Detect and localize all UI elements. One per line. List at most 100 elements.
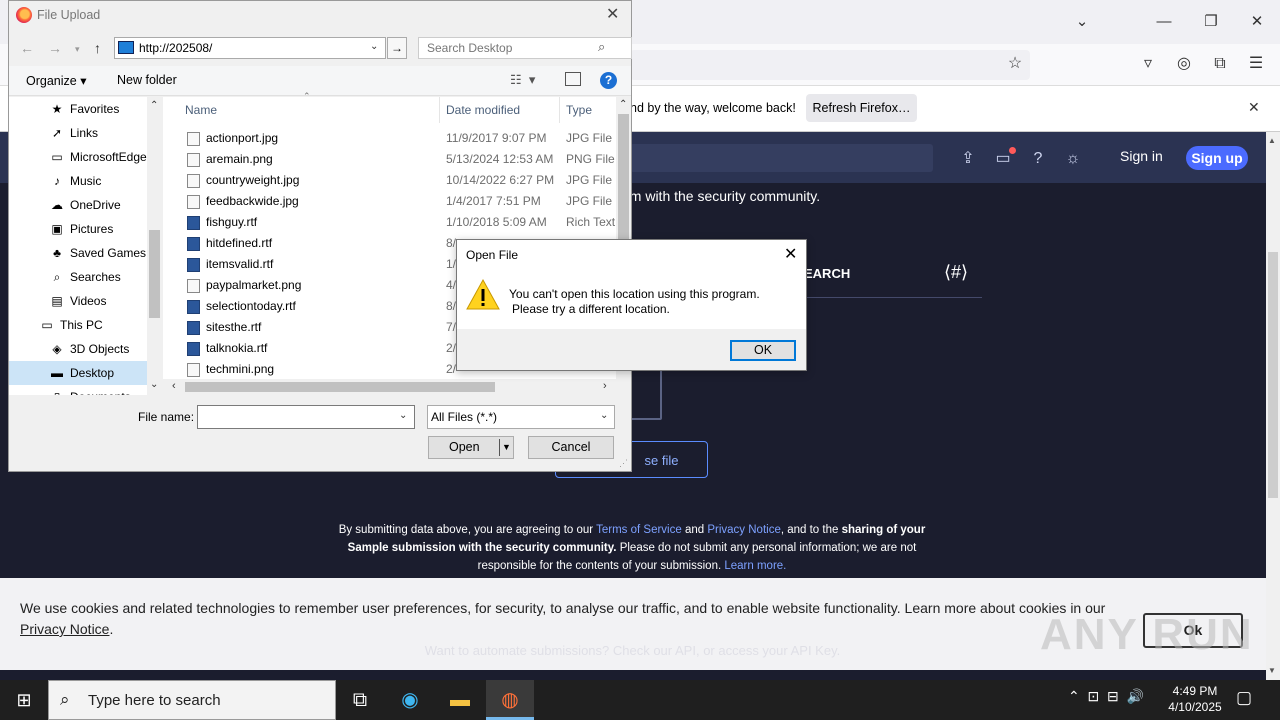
file-type-chevron-icon[interactable]: ⌄ — [600, 410, 608, 421]
menu-icon[interactable]: ☰ — [1244, 52, 1268, 76]
file-explorer-icon[interactable]: ▬ — [436, 680, 484, 720]
help-icon[interactable]: ? — [600, 72, 617, 89]
back-arrow-icon[interactable]: ← — [20, 40, 34, 56]
system-tray-icons[interactable]: ⌃ ⊡ ⊟ 🔊 — [1068, 688, 1144, 705]
taskbar-clock[interactable]: 4:49 PM 4/10/2025 — [1160, 683, 1230, 715]
edge-icon[interactable]: ◉ — [386, 680, 434, 720]
help-icon[interactable]: ? — [1027, 148, 1049, 170]
file-row[interactable]: actionport.jpg 11/9/2017 9:07 PM JPG File — [163, 128, 616, 149]
action-center-icon[interactable]: ▢ — [1236, 688, 1252, 708]
dialog-close-icon[interactable]: ✕ — [606, 4, 619, 24]
folder-icon: ⌕ — [53, 270, 61, 284]
url-bar[interactable] — [630, 50, 1030, 80]
hash-tab-icon[interactable]: ⟨#⟩ — [944, 262, 968, 283]
scroll-down-icon[interactable]: ▼ — [1268, 666, 1276, 675]
cookie-privacy-link[interactable]: Privacy Notice — [20, 621, 109, 637]
tree-item[interactable]: ▯ Documents — [9, 385, 147, 395]
file-row[interactable]: feedbackwide.jpg 1/4/2017 7:51 PM JPG File — [163, 191, 616, 212]
upload-icon[interactable]: ⇪ — [957, 148, 979, 170]
scroll-up-icon[interactable]: ▲ — [1268, 136, 1276, 145]
tree-item-label: Favorites — [70, 102, 120, 116]
windows-start-icon[interactable]: ⊞ — [0, 680, 48, 720]
image-file-icon — [187, 153, 200, 167]
list-scroll-up-icon[interactable]: ⌃ — [619, 99, 627, 110]
image-file-icon — [187, 363, 200, 377]
tree-item[interactable]: ➚ Links — [9, 121, 147, 145]
file-name: feedbackwide.jpg — [206, 194, 299, 208]
tree-item[interactable]: ♪ Music — [9, 169, 147, 193]
tree-scroll-thumb[interactable] — [149, 230, 160, 318]
theme-icon[interactable]: ☼ — [1062, 148, 1084, 170]
image-file-icon — [187, 132, 200, 146]
notification-close-icon[interactable]: ✕ — [1248, 99, 1260, 116]
learn-more-link[interactable]: Learn more. — [724, 560, 786, 572]
up-arrow-icon[interactable]: ↑ — [94, 40, 101, 56]
list-horizontal-thumb[interactable] — [185, 382, 495, 392]
resize-grip-icon[interactable]: ⋰ — [619, 458, 628, 469]
tree-item[interactable]: ▬ Desktop — [9, 361, 147, 385]
image-file-icon — [187, 279, 200, 293]
column-name[interactable]: Name — [185, 103, 217, 117]
list-scroll-left-icon[interactable]: ‹ — [172, 380, 176, 392]
signin-link[interactable]: Sign in — [1120, 148, 1163, 164]
new-folder-button[interactable]: New folder — [117, 73, 177, 87]
file-row[interactable]: fishguy.rtf 1/10/2018 5:09 AM Rich Text — [163, 212, 616, 233]
open-dropdown-icon[interactable]: ▼ — [502, 437, 511, 458]
rtf-file-icon — [187, 300, 200, 314]
tree-item[interactable]: ⌕ Searches — [9, 265, 147, 289]
site-search-input[interactable] — [630, 144, 933, 172]
list-scroll-right-icon[interactable]: › — [603, 380, 607, 392]
list-vertical-thumb[interactable] — [618, 114, 629, 244]
extensions-icon[interactable]: ⧉ — [1208, 52, 1232, 76]
tree-scroll-down-icon[interactable]: ⌄ — [150, 379, 158, 390]
go-arrow-icon[interactable]: → — [387, 37, 407, 59]
organize-button[interactable]: Organize ▾ — [26, 73, 86, 88]
privacy-notice-link[interactable]: Privacy Notice — [707, 524, 781, 536]
folder-icon: ▬ — [51, 366, 63, 380]
address-chevron-icon[interactable]: ⌄ — [370, 41, 378, 52]
cancel-button[interactable]: Cancel — [528, 436, 614, 459]
bookmark-star-icon[interactable]: ☆ — [1003, 52, 1027, 76]
image-file-icon — [187, 195, 200, 209]
tab-list-chevron-icon[interactable]: ⌄ — [1068, 8, 1096, 36]
search-icon[interactable]: ⌕ — [598, 39, 605, 55]
tree-item[interactable]: ★ Favorites — [9, 97, 147, 121]
minimize-button[interactable]: — — [1150, 8, 1178, 36]
tree-item[interactable]: ▭ This PC — [9, 313, 147, 337]
file-type: JPG File — [566, 194, 613, 208]
column-type[interactable]: Type — [566, 103, 592, 117]
file-row[interactable]: aremain.png 5/13/2024 12:53 AM PNG File — [163, 149, 616, 170]
file-name-input[interactable] — [197, 405, 415, 429]
file-row[interactable]: countryweight.jpg 10/14/2022 6:27 PM JPG F… — [163, 170, 616, 191]
pocket-icon[interactable]: ▿ — [1136, 52, 1160, 76]
file-name-chevron-icon[interactable]: ⌄ — [399, 410, 407, 421]
tree-scroll-up-icon[interactable]: ⌃ — [150, 100, 158, 111]
page-scroll-thumb[interactable] — [1268, 252, 1278, 498]
column-date[interactable]: Date modified — [446, 103, 520, 117]
file-name: actionport.jpg — [206, 131, 279, 145]
tree-item[interactable]: ♣ Saved Games — [9, 241, 147, 265]
recent-chevron-icon[interactable]: ▾ — [75, 44, 80, 55]
close-window-button[interactable]: ✕ — [1243, 8, 1271, 36]
open-button[interactable]: Open ▼ — [428, 436, 514, 459]
tree-item[interactable]: ◈ 3D Objects — [9, 337, 147, 361]
file-name: selectiontoday.rtf — [206, 299, 296, 313]
tree-item[interactable]: ▭ MicrosoftEdge — [9, 145, 147, 169]
restore-button[interactable]: ❐ — [1197, 8, 1225, 36]
task-view-icon[interactable]: ⧉ — [336, 680, 384, 720]
forward-arrow-icon[interactable]: → — [48, 40, 62, 56]
message-box-close-icon[interactable]: ✕ — [784, 244, 797, 264]
tree-item[interactable]: ▣ Pictures — [9, 217, 147, 241]
refresh-firefox-button[interactable]: Refresh Firefox… — [806, 94, 917, 122]
tab-search[interactable]: EARCH — [804, 266, 850, 281]
terms-of-service-link[interactable]: Terms of Service — [596, 524, 682, 536]
view-options-icon[interactable]: ☷ ▾ — [510, 72, 535, 88]
firefox-icon[interactable]: ◍ — [486, 680, 534, 720]
ok-button[interactable]: OK — [730, 340, 796, 361]
tree-item[interactable]: ☁ OneDrive — [9, 193, 147, 217]
account-icon[interactable]: ◎ — [1172, 52, 1196, 76]
tree-item[interactable]: ▤ Videos — [9, 289, 147, 313]
signup-button[interactable]: Sign up — [1186, 146, 1248, 170]
preview-pane-icon[interactable] — [565, 72, 581, 86]
clock-date: 4/10/2025 — [1168, 700, 1222, 714]
